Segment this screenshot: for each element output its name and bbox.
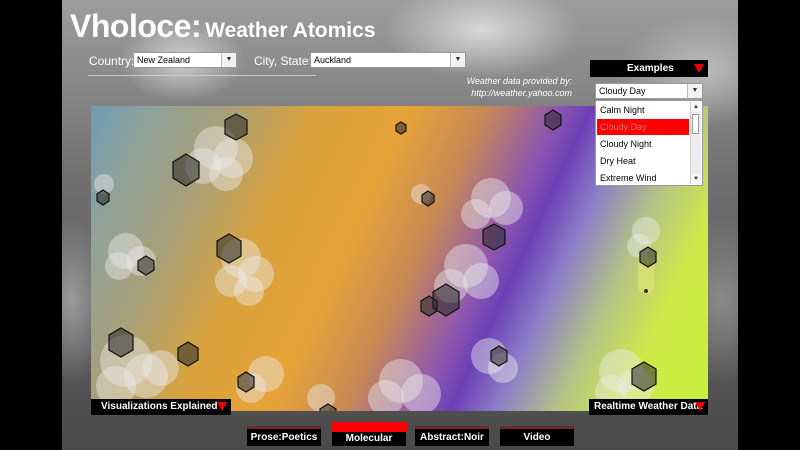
- hex-5: [482, 223, 506, 251]
- hex-17: [421, 190, 435, 207]
- list-item-selected[interactable]: Cloudy Day: [597, 119, 689, 135]
- hex-12: [631, 361, 657, 392]
- city-select[interactable]: Auckland ▼: [310, 52, 466, 68]
- hex-8: [108, 327, 134, 358]
- country-label: Country:: [89, 54, 135, 68]
- chevron-down-icon[interactable]: ▼: [450, 53, 465, 67]
- country-value: New Zealand: [137, 55, 191, 65]
- scroll-up-icon[interactable]: ▲: [691, 102, 701, 112]
- hex-3: [216, 233, 242, 264]
- red-triangle-icon[interactable]: [694, 64, 704, 73]
- city-label: City, State:: [254, 54, 312, 68]
- page-title: Vholoce: Weather Atomics: [70, 8, 376, 45]
- hex-4: [137, 255, 155, 276]
- mode-tabs: Prose:Poetics Molecular Abstract:Noir Vi…: [0, 426, 800, 448]
- app-brand: Vholoce:: [70, 8, 202, 44]
- list-item[interactable]: Dry Heat: [597, 153, 689, 169]
- app-subtitle: Weather Atomics: [205, 19, 376, 42]
- hex-16: [96, 189, 110, 206]
- chevron-down-icon[interactable]: ▼: [687, 84, 702, 98]
- realtime-weather-button[interactable]: Realtime Weather Data: [589, 399, 708, 415]
- scrollbar[interactable]: ▲ ▼: [690, 102, 701, 184]
- data-credit: Weather data provided by: http://weather…: [450, 75, 572, 99]
- visualizations-explained-button[interactable]: Visualizations Explained: [91, 399, 231, 415]
- credit-link[interactable]: http://weather.yahoo.com: [450, 87, 572, 99]
- tab-molecular[interactable]: Molecular: [332, 432, 406, 446]
- scroll-down-icon[interactable]: ▼: [691, 174, 701, 184]
- red-triangle-icon[interactable]: [217, 402, 227, 411]
- list-item[interactable]: Cloudy Night: [597, 136, 689, 152]
- examples-selected: Cloudy Day: [599, 86, 646, 96]
- hex-15: [639, 246, 657, 268]
- hex-9: [177, 341, 199, 367]
- cloud-puff-8: [368, 359, 441, 411]
- credit-line: Weather data provided by:: [466, 76, 572, 86]
- tab-prose-poetics[interactable]: Prose:Poetics: [247, 426, 321, 446]
- examples-title: Examples: [627, 63, 674, 74]
- list-item[interactable]: Calm Night: [597, 102, 689, 118]
- realtime-weather-label: Realtime Weather Data: [594, 401, 703, 412]
- scroll-thumb[interactable]: [692, 114, 699, 134]
- cloud-puff-5: [461, 178, 523, 229]
- divider: [88, 75, 316, 76]
- examples-select[interactable]: Cloudy Day ▼: [595, 83, 703, 99]
- examples-list[interactable]: Calm Night Cloudy Day Cloudy Night Dry H…: [595, 100, 703, 186]
- city-value: Auckland: [314, 55, 352, 65]
- examples-header[interactable]: Examples: [590, 60, 708, 77]
- country-select[interactable]: New Zealand ▼: [133, 52, 237, 68]
- hex-1: [224, 113, 248, 141]
- red-triangle-icon[interactable]: [695, 402, 705, 411]
- hex-13: [420, 295, 438, 317]
- hex-11: [490, 345, 508, 367]
- tab-abstract-noir[interactable]: Abstract:Noir: [415, 426, 489, 446]
- hex-6: [544, 109, 562, 131]
- wind-dot: [644, 289, 648, 293]
- hex-18: [395, 121, 407, 135]
- tab-video[interactable]: Video: [500, 426, 574, 446]
- chevron-down-icon[interactable]: ▼: [221, 53, 236, 67]
- list-item[interactable]: Extreme Wind: [597, 170, 689, 185]
- hex-molecules: [96, 109, 657, 411]
- visualizations-explained-label: Visualizations Explained: [101, 401, 218, 412]
- hex-10: [237, 371, 255, 393]
